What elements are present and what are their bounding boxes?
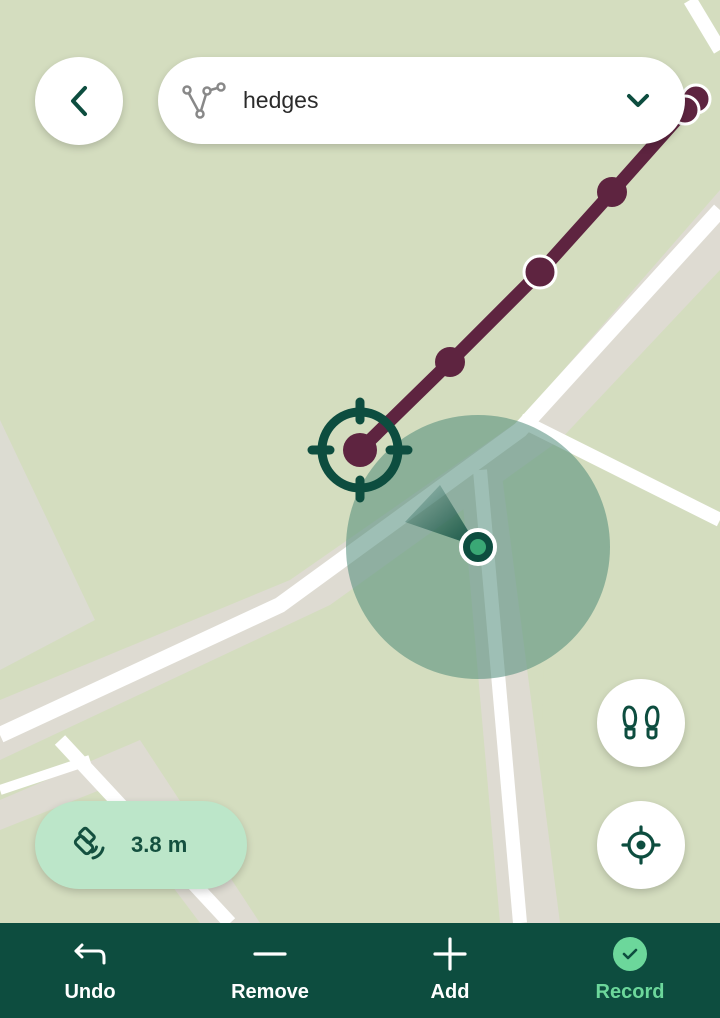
layer-name: hedges xyxy=(243,87,319,113)
remove-button[interactable]: Remove xyxy=(180,923,360,1018)
plus-icon xyxy=(433,937,467,971)
line-vertex-active xyxy=(343,433,377,467)
minus-icon xyxy=(253,952,287,956)
chevron-left-icon xyxy=(71,86,87,116)
record-label: Record xyxy=(595,981,665,1003)
undo-icon xyxy=(74,943,106,965)
check-circle-icon xyxy=(613,937,647,971)
crosshair-icon xyxy=(621,825,661,865)
add-button[interactable]: Add xyxy=(360,923,540,1018)
line-midpoint xyxy=(522,254,558,290)
add-label: Add xyxy=(430,981,470,1003)
undo-label: Undo xyxy=(64,981,116,1003)
stream-mode-button[interactable] xyxy=(597,679,685,767)
line-vertex xyxy=(597,177,627,207)
bottom-toolbar: Undo Remove Add Record xyxy=(0,923,720,1018)
record-button[interactable]: Record xyxy=(540,923,720,1018)
gps-accuracy-value: 3.8 m xyxy=(131,832,188,857)
satellite-icon xyxy=(73,826,105,860)
layer-selector[interactable]: hedges xyxy=(158,57,685,144)
remove-label: Remove xyxy=(231,981,309,1003)
footprints-icon xyxy=(622,705,660,740)
back-button[interactable] xyxy=(35,57,123,145)
chevron-down-icon xyxy=(627,93,649,107)
undo-button[interactable]: Undo xyxy=(0,923,180,1018)
polyline-icon xyxy=(182,81,226,119)
center-location-button[interactable] xyxy=(597,801,685,889)
line-vertex xyxy=(435,347,465,377)
gps-accuracy-pill[interactable]: 3.8 m xyxy=(35,801,247,889)
